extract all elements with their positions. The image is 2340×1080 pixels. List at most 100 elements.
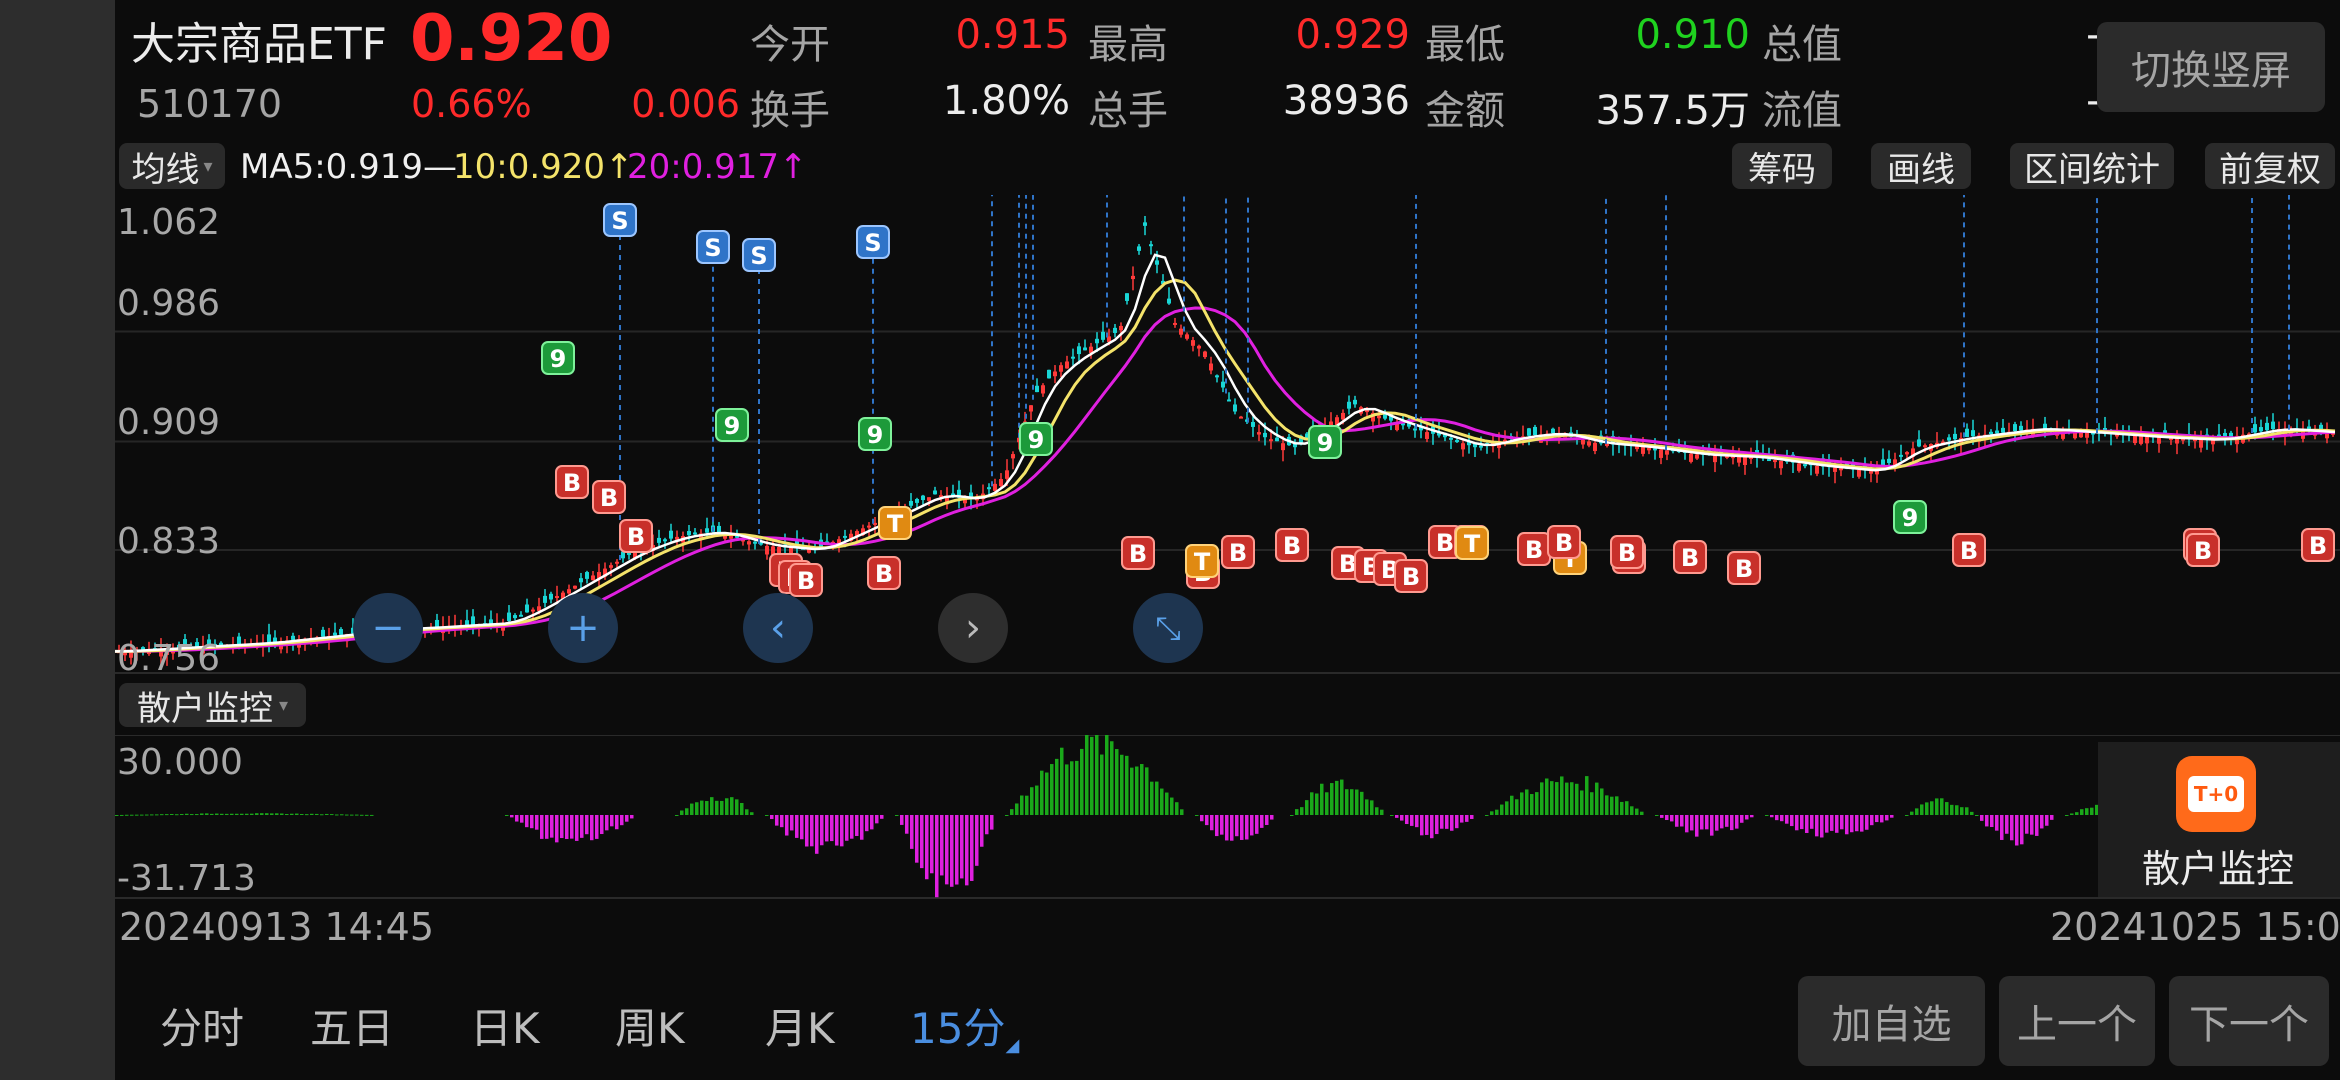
indicator-bar xyxy=(2005,815,2009,834)
candle-body xyxy=(537,606,541,611)
indicator-bar xyxy=(1560,776,1564,815)
indicator-bar xyxy=(175,814,179,816)
indicator-bar xyxy=(1920,804,1924,815)
indicator-bar xyxy=(1025,795,1029,815)
switch-portrait-button[interactable]: 切换竖屏 xyxy=(2097,22,2325,112)
zoom-out-button[interactable]: − xyxy=(353,593,423,663)
indicator-bar xyxy=(2085,808,2089,815)
indicator-bar xyxy=(935,815,939,898)
indicator-bar xyxy=(1675,815,1679,827)
next-button[interactable]: 下一个 xyxy=(2169,976,2329,1066)
indicator-bar xyxy=(725,798,729,815)
indicator-bar xyxy=(1300,807,1304,815)
indicator-bar xyxy=(1265,815,1269,825)
indicator-bar xyxy=(990,815,994,830)
indicator-bar xyxy=(120,814,124,816)
scroll-left-button[interactable]: ‹ xyxy=(743,593,813,663)
candle-body xyxy=(435,619,439,627)
indicator-bar xyxy=(1670,815,1674,822)
indicator-bar xyxy=(230,813,234,815)
candle-body xyxy=(1455,440,1459,443)
indicator-bar xyxy=(1740,815,1744,823)
x-end-date: 20241025 15:00 xyxy=(2050,905,2340,949)
ma-selector-dropdown[interactable]: 均线 ▾ xyxy=(119,143,225,190)
tab-monthly-k[interactable]: 月K xyxy=(765,995,835,1056)
kline-chart[interactable]: SSSSSSSSSSSSSSSSSSSBBBBBBBBBBBBBBBBBBBBB… xyxy=(115,195,2340,675)
indicator-bar xyxy=(1810,815,1814,829)
tab-intraday[interactable]: 分时 xyxy=(160,995,244,1056)
candle-body xyxy=(1737,456,1741,463)
indicator-bar xyxy=(2065,815,2069,816)
indicator-bar xyxy=(1270,815,1274,820)
add-watchlist-button[interactable]: 加自选 xyxy=(1798,976,1985,1066)
draw-line-button[interactable]: 画线 xyxy=(1871,143,1971,190)
signal-badge-text: B xyxy=(1618,539,1636,567)
previous-button[interactable]: 上一个 xyxy=(1999,976,2155,1066)
indicator-chart[interactable] xyxy=(115,735,2340,900)
indicator-bar xyxy=(1435,815,1439,835)
candle-body xyxy=(1587,441,1591,446)
candle-body xyxy=(2265,422,2269,431)
indicator-bar xyxy=(1985,815,1989,827)
caret-down-icon: ▾ xyxy=(278,694,289,716)
indicator-bar xyxy=(1160,788,1164,815)
indicator-bar xyxy=(2010,815,2014,841)
signal-badge-text: S xyxy=(864,229,881,257)
zoom-in-button[interactable]: + xyxy=(548,593,618,663)
indicator-bar xyxy=(1460,815,1464,823)
tab-five-day[interactable]: 五日 xyxy=(310,995,394,1056)
tab-weekly-k[interactable]: 周K xyxy=(615,995,685,1056)
signal-badge-text: S xyxy=(611,207,628,235)
indicator-bar xyxy=(730,797,734,815)
candle-body xyxy=(1887,458,1891,463)
chevron-right-icon: › xyxy=(965,605,981,651)
plus-icon: + xyxy=(566,605,600,651)
reset-zoom-button[interactable]: ⤡ xyxy=(1133,593,1203,663)
range-stats-button[interactable]: 区间统计 xyxy=(2010,143,2174,190)
turnover-value: 1.80% xyxy=(942,78,1070,124)
retail-monitor-widget[interactable]: T+0 散户监控 xyxy=(2098,742,2340,897)
indicator-bar xyxy=(610,815,614,827)
indicator-bar xyxy=(1500,804,1504,815)
indicator-bar xyxy=(2050,815,2054,820)
indicator-bar xyxy=(700,800,704,815)
indicator-bar xyxy=(1030,787,1034,815)
indicator-selector-dropdown[interactable]: 散户监控 ▾ xyxy=(119,683,306,729)
indicator-bar xyxy=(1775,815,1779,821)
chips-button[interactable]: 筹码 xyxy=(1732,143,1832,190)
indicator-bar xyxy=(115,815,119,816)
indicator-bar xyxy=(1720,815,1724,829)
indicator-bar xyxy=(1315,793,1319,815)
candle-body xyxy=(2199,439,2203,448)
indicator-bar xyxy=(1140,764,1144,815)
indicator-bar xyxy=(275,813,279,815)
candle-body xyxy=(1449,437,1453,440)
candle-body xyxy=(1689,453,1693,462)
tab-daily-k[interactable]: 日K xyxy=(470,995,540,1056)
indicator-bar xyxy=(1600,788,1604,815)
tab-15min[interactable]: 15分◢ xyxy=(910,995,1019,1056)
indicator-bar xyxy=(2080,809,2084,815)
indicator-bar xyxy=(1130,767,1134,815)
indicator-bar xyxy=(530,815,534,829)
indicator-bar xyxy=(1860,815,1864,832)
candle-body xyxy=(693,532,697,535)
signal-badge-text: B xyxy=(1525,536,1543,564)
indicator-bar xyxy=(1525,789,1529,815)
scroll-right-button[interactable]: › xyxy=(938,593,1008,663)
forward-adjust-button[interactable]: 前复权 xyxy=(2205,143,2335,190)
indicator-bar xyxy=(225,813,229,815)
indicator-bar xyxy=(1005,815,1009,816)
indicator-bar xyxy=(1305,800,1309,815)
indicator-bar xyxy=(1440,815,1444,829)
candle-body xyxy=(1179,328,1183,335)
indicator-bar xyxy=(1350,789,1354,815)
indicator-bar xyxy=(165,814,169,816)
indicator-bar xyxy=(1420,815,1424,836)
indicator-bar xyxy=(1035,785,1039,815)
indicator-bar xyxy=(875,815,879,824)
indicator-bar xyxy=(1250,815,1254,836)
high-value: 0.929 xyxy=(1295,12,1410,58)
candle-body xyxy=(2175,438,2179,444)
indicator-bar xyxy=(1995,815,1999,831)
